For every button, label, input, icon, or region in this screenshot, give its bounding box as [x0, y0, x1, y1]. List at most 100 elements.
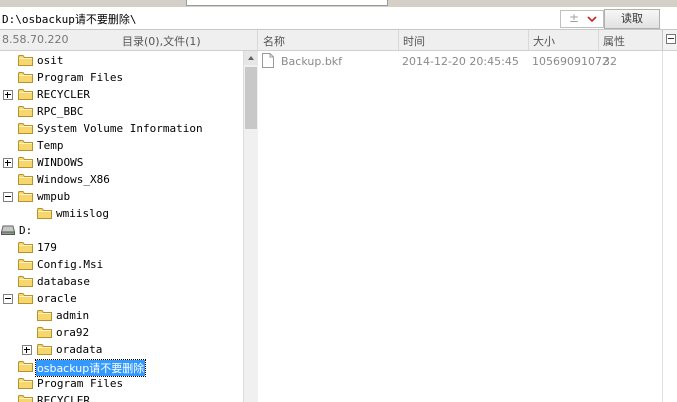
tree-item-label: admin [56, 309, 90, 322]
tree-item-label: Config.Msi [37, 258, 104, 271]
tree-item-label: database [37, 275, 90, 288]
tree-item[interactable]: RECYCLER [0, 86, 243, 103]
folder-icon [18, 106, 33, 117]
tree-item-label: wmiislog [56, 207, 109, 220]
folder-icon [37, 310, 52, 321]
folder-icon [37, 208, 52, 219]
tree-item-label: oracle [37, 292, 77, 305]
tree-item-label: System Volume Information [37, 122, 203, 135]
tree-item-label: Windows_X86 [37, 173, 110, 186]
folder-icon [18, 293, 33, 304]
tree-item-label: wmpub [37, 190, 71, 203]
tree-item-label: oradata [56, 343, 103, 356]
tree-item[interactable]: osbackup请不要删除 [0, 358, 243, 377]
tree-item[interactable]: database [0, 273, 243, 290]
tree-item-label: RECYCLER [37, 88, 90, 101]
tree-item[interactable]: Program Files [0, 69, 243, 86]
tree-item-label: RECYCLER [37, 394, 90, 402]
folder-icon [18, 259, 33, 270]
folder-icon [37, 327, 52, 338]
file-icon [262, 53, 274, 68]
collapse-icon[interactable] [3, 294, 13, 304]
collapse-panel-toggle[interactable] [662, 30, 677, 50]
file-name: Backup.bkf [281, 55, 343, 68]
tree-item-label: ora92 [56, 326, 90, 339]
dir-file-count: 目录(0),文件(1) [122, 35, 201, 48]
collapse-icon[interactable] [3, 192, 13, 202]
path-bar: D:\osbackup请不要删除\ ± 读取 [0, 7, 677, 30]
folder-icon [18, 140, 33, 151]
folder-icon [18, 55, 33, 66]
tree-item-label: Program Files [37, 71, 124, 84]
file-size: 10569091072 [532, 55, 609, 68]
tree-item[interactable]: ora92 [0, 324, 243, 341]
file-time: 2014-12-20 20:45:45 [402, 55, 519, 68]
top-tab-strip [0, 0, 677, 7]
expand-icon[interactable] [3, 158, 13, 168]
folder-icon [18, 123, 33, 134]
tree-item[interactable]: Windows_X86 [0, 171, 243, 188]
plus-minus-icon: ± [569, 11, 580, 25]
path-history-dropdown[interactable]: ± [560, 10, 604, 28]
tree-item[interactable]: System Volume Information [0, 120, 243, 137]
scroll-up-button[interactable] [244, 51, 258, 65]
host-address: 8.58.70.220 [2, 33, 69, 46]
tree-item-label: WINDOWS [37, 156, 84, 169]
tree-item-label: RPC_BBC [37, 105, 84, 118]
file-list[interactable]: Backup.bkf 2014-12-20 20:45:45 10569091072… [258, 51, 662, 402]
read-button[interactable]: 读取 [604, 9, 660, 29]
tree-item[interactable]: osit [0, 52, 243, 69]
column-divider[interactable] [598, 30, 599, 50]
file-row[interactable]: Backup.bkf 2014-12-20 20:45:45 10569091072… [258, 51, 662, 71]
tree-item[interactable]: D: [0, 222, 243, 239]
folder-icon [18, 361, 33, 372]
folder-icon [18, 276, 33, 287]
tree-item[interactable]: Temp [0, 137, 243, 154]
column-header-attr[interactable]: 属性 [603, 33, 625, 49]
path-input[interactable]: D:\osbackup请不要删除\ [2, 11, 136, 27]
column-header-size[interactable]: 大小 [533, 33, 555, 49]
directory-tree[interactable]: osit Program Files RECYCLER RPC_BBC System V… [0, 51, 243, 402]
folder-icon [18, 157, 33, 168]
tree-item[interactable]: wmpub [0, 188, 243, 205]
tree-item[interactable]: oradata [0, 341, 243, 358]
scrollbar-thumb[interactable] [245, 67, 257, 129]
tree-item[interactable]: oracle [0, 290, 243, 307]
column-header-time[interactable]: 时间 [403, 33, 425, 49]
tree-item-label-selected: osbackup请不要删除 [34, 359, 147, 377]
tree-item[interactable]: admin [0, 307, 243, 324]
tree-item[interactable]: Program Files [0, 375, 243, 392]
tree-item-label: 179 [37, 241, 57, 254]
tree-item[interactable]: RPC_BBC [0, 103, 243, 120]
tree-item[interactable]: 179 [0, 239, 243, 256]
folder-icon [18, 395, 33, 402]
collapse-icon [666, 34, 676, 44]
folder-icon [18, 89, 33, 100]
column-divider[interactable] [398, 30, 399, 50]
expand-icon[interactable] [3, 90, 13, 100]
tree-item[interactable]: wmiislog [0, 205, 243, 222]
column-header-bar: 8.58.70.220 目录(0),文件(1) 名称 时间 大小 属性 [0, 30, 677, 51]
file-attr: 32 [603, 55, 617, 68]
tree-item-label: Program Files [37, 377, 124, 390]
column-divider [257, 30, 258, 50]
tree-item-label: D: [19, 224, 33, 237]
folder-icon [18, 174, 33, 185]
tree-item[interactable]: WINDOWS [0, 154, 243, 171]
column-divider[interactable] [528, 30, 529, 50]
expand-icon[interactable] [22, 345, 32, 355]
folder-icon [18, 191, 33, 202]
right-panel-strip [662, 51, 677, 402]
tree-item-label: Temp [37, 139, 64, 152]
folder-icon [37, 344, 52, 355]
drive-icon [0, 225, 16, 235]
tree-item-label: osit [37, 54, 64, 67]
folder-icon [18, 242, 33, 253]
tree-item[interactable]: Config.Msi [0, 256, 243, 273]
tree-scrollbar[interactable] [243, 51, 259, 402]
tree-item[interactable]: RECYCLER [0, 392, 243, 402]
column-header-name[interactable]: 名称 [263, 33, 285, 49]
active-tab-edge [186, 0, 388, 6]
folder-icon [18, 378, 33, 389]
folder-icon [18, 72, 33, 83]
